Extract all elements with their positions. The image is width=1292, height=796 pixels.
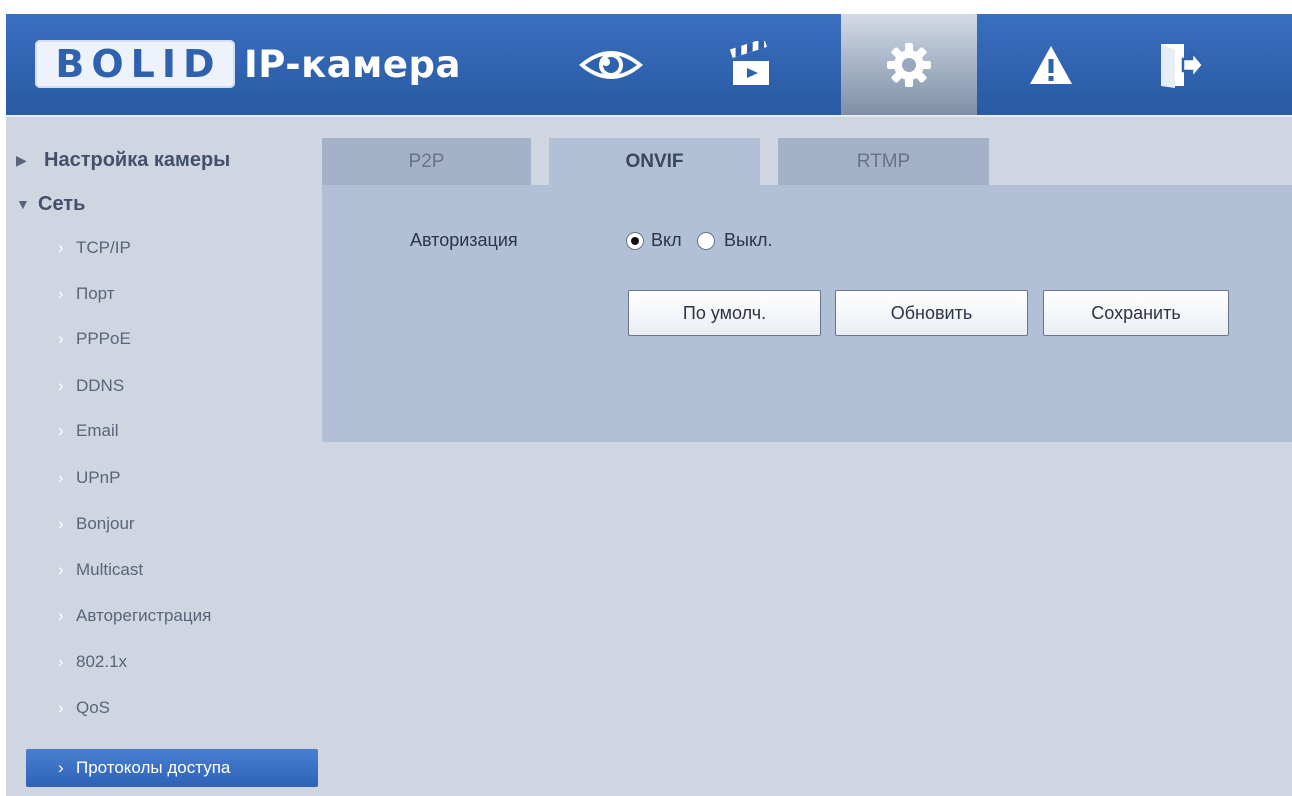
app-frame: BOLID IP-камера ▶ Настройка камеры ▼ Сет… [6,14,1292,796]
sidebar: ▶ Настройка камеры ▼ Сеть › TCP/IP › Пор… [6,117,318,796]
sidebar-item-autoregistration[interactable]: › Авторегистрация [6,597,318,635]
collapsed-triangle-icon: ▶ [16,152,27,168]
nav-playback-button[interactable] [701,14,801,115]
eye-icon [579,50,643,79]
authorization-label: Авторизация [410,230,518,250]
sidebar-item-access-protocols[interactable]: › Протоколы доступа [26,749,318,787]
nav-settings-button[interactable] [841,14,977,115]
chevron-right-icon: › [58,421,64,440]
sidebar-item-label: DDNS [76,376,125,395]
sidebar-item-label: Multicast [76,560,144,579]
sidebar-item-label: UPnP [76,468,121,487]
expanded-triangle-icon: ▼ [16,196,30,212]
sidebar-item-label: Протоколы доступа [76,758,231,777]
auth-on-label[interactable]: Вкл [651,230,682,251]
sidebar-item-ddns[interactable]: › DDNS [6,367,318,405]
sidebar-item-upnp[interactable]: › UPnP [6,459,318,497]
sidebar-item-tcpip[interactable]: › TCP/IP [6,229,318,267]
chevron-right-icon: › [58,606,64,625]
chevron-right-icon: › [58,284,64,303]
default-button[interactable]: По умолч. [628,290,821,336]
chevron-right-icon: › [58,468,64,487]
sidebar-item-pppoe[interactable]: › PPPoE [6,320,318,358]
sidebar-item-label: QoS [76,698,111,717]
sidebar-item-bonjour[interactable]: › Bonjour [6,505,318,543]
sidebar-item-label: TCP/IP [76,238,131,257]
auth-off-label[interactable]: Выкл. [724,230,773,251]
sidebar-item-port[interactable]: › Порт [6,275,318,313]
sidebar-item-8021x[interactable]: › 802.1x [6,643,318,681]
save-button[interactable]: Сохранить [1043,290,1229,336]
chevron-right-icon: › [58,698,64,717]
gear-icon [887,42,931,87]
sidebar-item-qos[interactable]: › QoS [6,689,318,727]
nav-logout-button[interactable] [1136,14,1226,115]
chevron-right-icon: › [58,376,64,395]
sidebar-item-label: Email [76,421,119,440]
nav-live-button[interactable] [561,14,661,115]
sidebar-item-label: Bonjour [76,514,135,533]
top-bar: BOLID IP-камера [6,14,1292,115]
app-title: IP-камера [244,43,461,86]
sidebar-section-label: Настройка камеры [44,149,231,171]
chevron-right-icon: › [58,238,64,257]
auth-off-radio[interactable] [697,232,715,250]
sidebar-item-label: Порт [76,284,115,303]
sidebar-section-network[interactable]: ▼ Сеть [6,185,318,223]
logo-text: BOLID [55,42,222,86]
chevron-right-icon: › [58,514,64,533]
radio-selected-dot [631,237,639,245]
sidebar-item-label: 802.1x [76,652,128,671]
clapperboard-icon [729,40,769,85]
tab-rtmp[interactable]: RTMP [778,138,989,185]
chevron-right-icon: › [58,560,64,579]
warning-icon [1030,45,1072,84]
chevron-right-icon: › [58,652,64,671]
chevron-right-icon: › [58,758,64,777]
sidebar-item-multicast[interactable]: › Multicast [6,551,318,589]
sidebar-section-label: Сеть [38,193,86,215]
auth-on-radio[interactable] [626,232,644,250]
sidebar-item-label: PPPoE [76,329,131,348]
nav-alarm-button[interactable] [1006,14,1096,115]
chevron-right-icon: › [58,329,64,348]
refresh-button[interactable]: Обновить [835,290,1028,336]
sidebar-item-email[interactable]: › Email [6,412,318,450]
tab-onvif[interactable]: ONVIF [549,138,760,188]
sidebar-section-camera-settings[interactable]: ▶ Настройка камеры [6,141,318,179]
tab-p2p[interactable]: P2P [322,138,531,185]
exit-icon [1161,43,1204,88]
sidebar-item-label: Авторегистрация [76,606,212,625]
